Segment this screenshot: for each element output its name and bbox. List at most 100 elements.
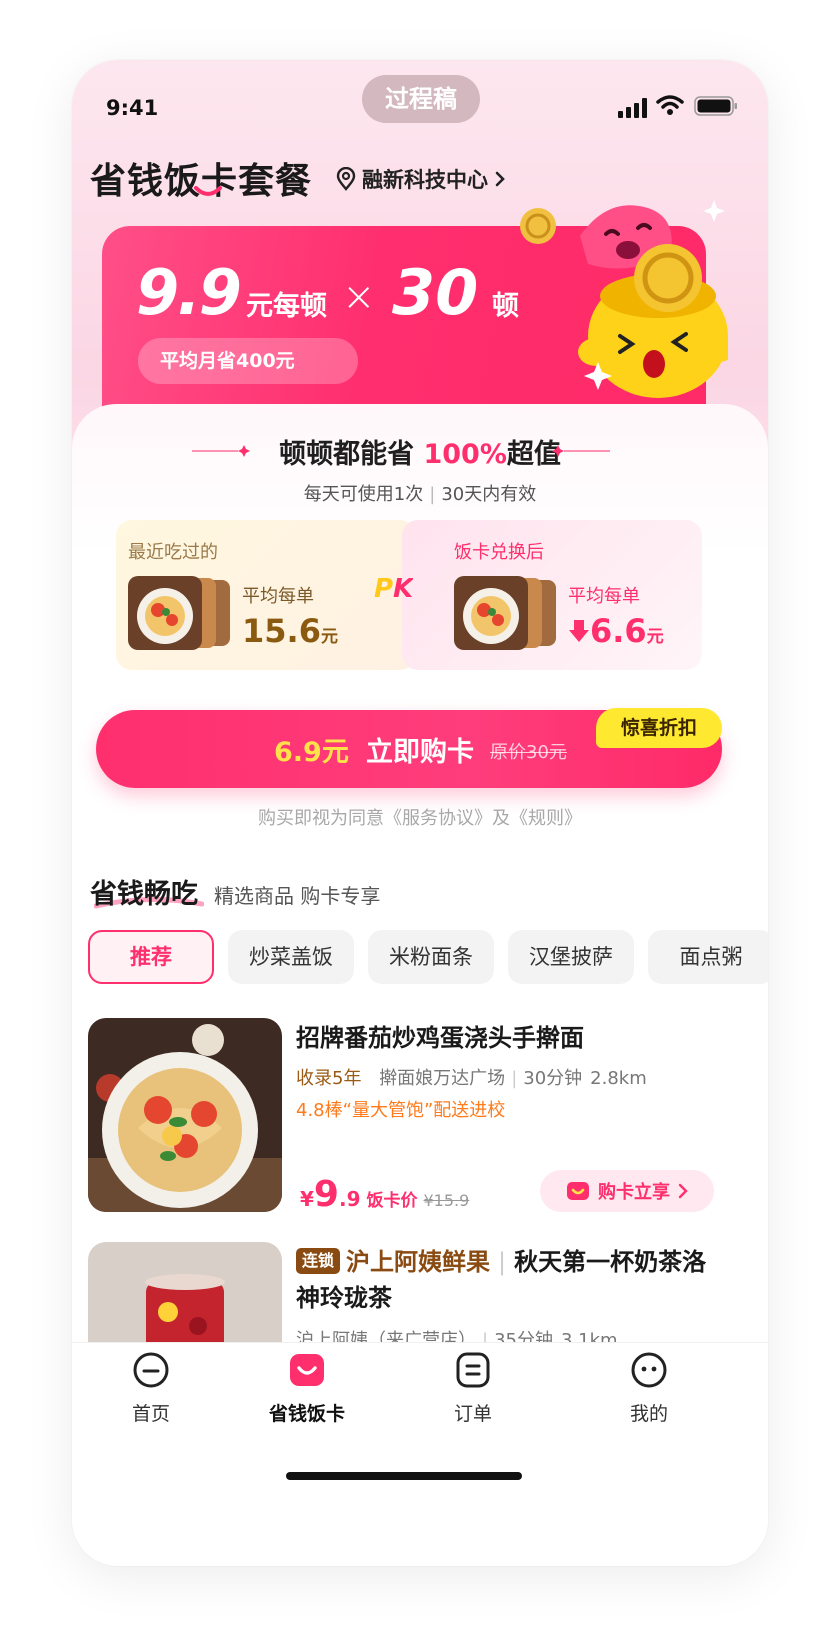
recent-price-unit: 元 <box>320 627 338 647</box>
banner-price: 9.9 <box>136 256 242 329</box>
tab-noodles[interactable]: 米粉面条 <box>368 930 494 984</box>
tab-pastry-porridge[interactable]: 面点粥 <box>648 930 768 984</box>
status-bar: 9:41 过程稿 <box>72 60 768 150</box>
product-title: 连锁 沪上阿姨鲜果 | 秋天第一杯奶茶洛神玲珑茶 <box>296 1244 716 1316</box>
monthly-saving-pill: 平均月省400元 <box>138 338 358 384</box>
product-shop: 擀面娘万达广场 <box>379 1068 506 1089</box>
product-title: 招牌番茄炒鸡蛋浇头手擀面 <box>296 1024 584 1052</box>
validity-rule: 30天内有效 <box>441 484 537 505</box>
divider: | <box>429 484 436 505</box>
location-selector[interactable]: 融新科技中心 <box>336 164 506 194</box>
pk-label: PK <box>374 574 414 604</box>
tab-profile[interactable]: 我的 <box>594 1351 704 1426</box>
after-avg-price: 6.6元 <box>568 612 664 650</box>
price-integer: 9 <box>313 1174 339 1215</box>
chevron-right-icon <box>678 1183 688 1199</box>
product-item[interactable]: 连锁 沪上阿姨鲜果 | 秋天第一杯奶茶洛神玲珑茶 沪上阿姨（来广营店） | 35分钟 3.1… <box>88 1242 748 1342</box>
product-time: 35分钟 <box>494 1330 553 1342</box>
currency-symbol: ¥ <box>300 1187 314 1211</box>
buy-card-enjoy-label: 购卡立享 <box>598 1182 670 1203</box>
recent-price-value: 15.6 <box>242 612 321 650</box>
divider: | <box>482 1330 489 1342</box>
product-tag: 4.8棒“量大管饱”配送进校 <box>296 1100 506 1121</box>
tab-profile-label: 我的 <box>629 1403 668 1425</box>
buy-label: 立即购卡 <box>366 737 474 768</box>
product-image <box>88 1242 282 1342</box>
price-label: 饭卡价 <box>366 1191 418 1211</box>
banner-price-unit: 元每顿 <box>246 291 327 322</box>
product-meta: 收录5年 擀面娘万达广场 | 30分钟 2.8km <box>296 1064 647 1090</box>
chain-badge: 连锁 <box>296 1248 341 1274</box>
divider: | <box>511 1068 518 1089</box>
profile-icon <box>631 1352 667 1388</box>
meal-card-icon <box>290 1354 324 1386</box>
buy-card-enjoy-button[interactable]: 购卡立享 <box>540 1170 714 1212</box>
home-indicator <box>286 1472 522 1480</box>
location-pin-icon <box>336 167 356 191</box>
product-meta: 沪上阿姨（来广营店） | 35分钟 3.1km <box>296 1326 618 1342</box>
usage-rule: 每天可使用1次 <box>303 484 424 505</box>
recent-avg-price: 15.6元 <box>242 612 338 650</box>
pk-badge: PK <box>374 574 413 604</box>
discount-tag: 惊喜折扣 <box>596 708 722 748</box>
wifi-icon <box>656 95 684 115</box>
tab-burger-pizza[interactable]: 汉堡披萨 <box>508 930 634 984</box>
original-price: ¥15.9 <box>423 1191 470 1210</box>
recent-food-thumbnails <box>128 576 230 650</box>
sparkle-line-right-icon <box>552 445 610 457</box>
buy-original-price: 原价30元 <box>490 742 567 763</box>
tab-orders[interactable]: 订单 <box>418 1351 528 1426</box>
arrow-down-icon <box>569 620 589 642</box>
shop-name: 沪上阿姨鲜果 <box>346 1248 491 1276</box>
mascot-illustration <box>520 200 728 398</box>
card-icon <box>567 1182 589 1200</box>
tab-home-label: 首页 <box>131 1403 170 1425</box>
after-price-value: 6.6 <box>590 612 647 650</box>
product-shop: 沪上阿姨（来广营店） <box>296 1330 476 1342</box>
signal-icon <box>618 98 647 118</box>
status-time: 9:41 <box>106 96 159 120</box>
section-subtitle: 精选商品 购卡专享 <box>214 884 381 908</box>
after-food-thumbnails <box>454 576 556 650</box>
product-distance: 3.1km <box>560 1330 618 1342</box>
tab-meal-card-label: 省钱饭卡 <box>268 1403 345 1425</box>
product-item[interactable]: 招牌番茄炒鸡蛋浇头手擀面 收录5年 擀面娘万达广场 | 30分钟 2.8km 4.8棒… <box>88 1018 748 1218</box>
product-distance: 2.8km <box>590 1068 647 1089</box>
battery-icon <box>694 96 737 116</box>
draft-badge: 过程稿 <box>362 75 480 123</box>
phone-frame: 9:41 过程稿 省钱饭卡套餐 融新科技中心 9.9 元每顿 × 30 顿 平均… <box>72 60 768 1566</box>
orders-icon <box>456 1352 490 1388</box>
after-card-label: 饭卡兑换后 <box>454 542 544 563</box>
smile-icon <box>194 186 222 196</box>
category-tabs: 推荐 炒菜盖饭 米粉面条 汉堡披萨 面点粥 <box>88 930 768 984</box>
meta-gap <box>367 1068 373 1089</box>
home-icon <box>133 1352 169 1388</box>
location-label: 融新科技中心 <box>362 168 488 192</box>
tab-home[interactable]: 首页 <box>96 1351 206 1426</box>
buy-price: 6.9元 <box>274 737 349 768</box>
tab-meal-card[interactable]: 省钱饭卡 <box>252 1351 362 1426</box>
tab-stirfry-rice[interactable]: 炒菜盖饭 <box>228 930 354 984</box>
value-headline: 顿顿都能省 100%超值 <box>72 432 768 471</box>
product-image <box>88 1018 282 1212</box>
tab-recommend[interactable]: 推荐 <box>88 930 214 984</box>
recent-label: 最近吃过的 <box>128 542 218 563</box>
headline-accent: 100% <box>423 439 507 470</box>
divider: | <box>498 1248 507 1276</box>
after-avg-label: 平均每单 <box>568 586 640 607</box>
card-price-card: 饭卡兑换后 平均每单 6.6元 <box>402 520 702 670</box>
section-title: 省钱畅吃 <box>90 879 198 910</box>
bottom-tab-bar: 首页 省钱饭卡 订单 我的 <box>72 1342 768 1566</box>
tab-orders-label: 订单 <box>453 1403 492 1425</box>
recent-avg-label: 平均每单 <box>242 586 314 607</box>
after-price-unit: 元 <box>646 627 664 647</box>
headline-prefix: 顿顿都能省 <box>279 439 415 470</box>
recent-order-card: 最近吃过的 平均每单 15.6元 <box>116 520 416 670</box>
banner-times-sign: × <box>342 274 376 320</box>
price-decimal: .9 <box>338 1187 361 1211</box>
agreement-text[interactable]: 购买即视为同意《服务协议》及《规则》 <box>72 804 768 830</box>
product-price: ¥9.9 饭卡价 ¥15.9 <box>300 1174 469 1215</box>
value-subline: 每天可使用1次 | 30天内有效 <box>72 480 768 506</box>
product-time: 30分钟 <box>523 1068 583 1089</box>
product-years: 收录5年 <box>296 1068 362 1089</box>
